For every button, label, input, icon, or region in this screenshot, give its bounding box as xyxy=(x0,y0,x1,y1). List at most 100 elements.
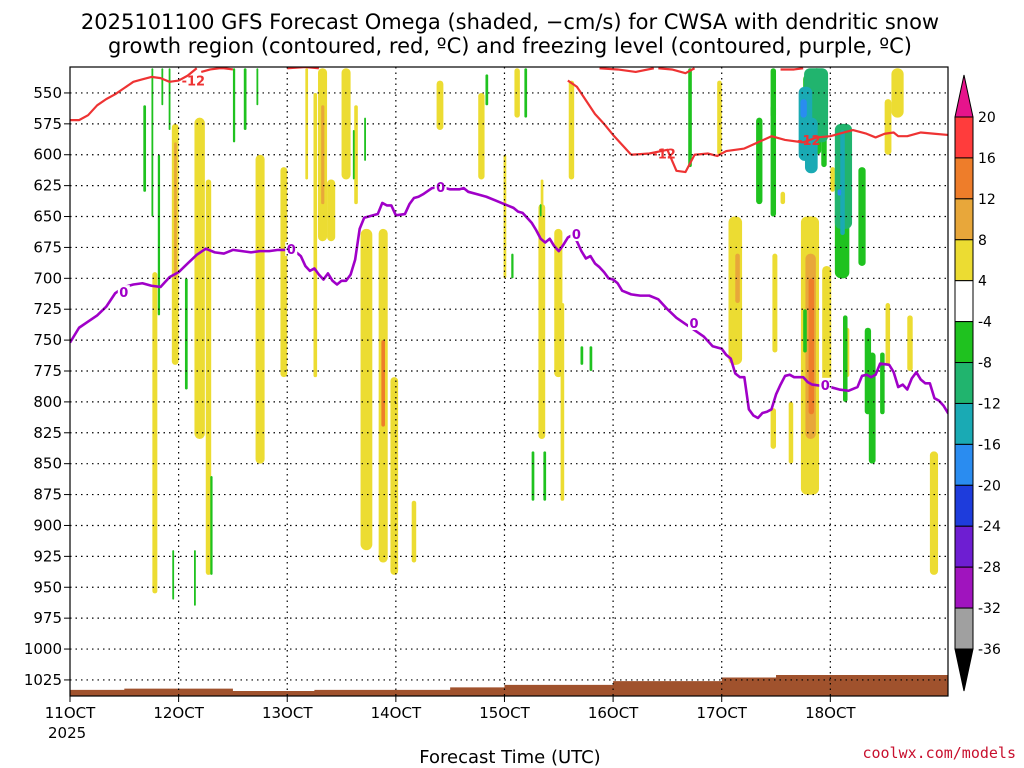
omega-region-19 xyxy=(436,80,444,131)
y-tick-label-800: 800 xyxy=(33,393,62,411)
omega-region-60 xyxy=(485,74,489,106)
colorbar-band-10 xyxy=(954,525,974,568)
source-credit: coolwx.com/models xyxy=(862,744,1016,762)
omega-region-22 xyxy=(514,68,520,118)
omega-region-58 xyxy=(352,130,355,180)
y-tick-label-550: 550 xyxy=(33,84,62,102)
colorbar-band-8 xyxy=(954,443,974,486)
omega-region-67 xyxy=(589,346,593,371)
colorbar-top-arrow xyxy=(954,74,974,118)
colorbar-label-10: -24 xyxy=(978,519,1001,535)
omega-region-18 xyxy=(411,500,417,563)
y-tick-label-775: 775 xyxy=(33,362,62,380)
omega-region-42 xyxy=(885,303,891,365)
colorbar-band-6 xyxy=(954,362,974,404)
colorbar-band-9 xyxy=(954,484,974,527)
colorbar-label-8: -16 xyxy=(978,437,1001,453)
y-tick-label-675: 675 xyxy=(33,238,62,256)
omega-region-2 xyxy=(174,142,177,279)
colorbar-band-0 xyxy=(954,116,974,159)
omega-region-31 xyxy=(772,253,778,353)
y-tick-label-1025: 1025 xyxy=(24,671,62,689)
colorbar-label-11: -28 xyxy=(978,560,1001,576)
y-tick-label-700: 700 xyxy=(33,269,62,287)
omega-region-57 xyxy=(256,68,259,106)
omega-region-52 xyxy=(184,278,188,390)
omega-region-32 xyxy=(770,408,777,449)
colorbar: 20 16 12 8 4 -4 -8 -12 -16 -20 -24 -28 -32 -36 xyxy=(954,74,1001,692)
omega-region-53 xyxy=(194,550,196,606)
omega-region-56 xyxy=(243,68,247,131)
omega-region-65 xyxy=(543,451,547,501)
omega-region-38 xyxy=(830,167,835,192)
y-tick-label-1000: 1000 xyxy=(24,640,62,658)
omega-region-61 xyxy=(511,253,514,279)
freezing-contour-label-2: 0 xyxy=(436,181,445,196)
x-tick-label-17OCT: 17OCT xyxy=(696,704,747,722)
omega-region-16 xyxy=(381,340,385,427)
omega-region-11 xyxy=(327,179,336,242)
freezing-contour-label-5: 0 xyxy=(821,379,830,394)
colorbar-label-12: -32 xyxy=(978,601,1001,617)
omega-region-71 xyxy=(770,105,777,217)
colorbar-band-3 xyxy=(954,239,974,282)
omega-region-8 xyxy=(313,92,318,378)
omega-region-79 xyxy=(880,352,885,415)
colorbar-bottom-arrow xyxy=(954,648,974,692)
y-tick-label-650: 650 xyxy=(33,208,62,226)
colorbar-band-7 xyxy=(954,402,974,445)
y-tick-label-900: 900 xyxy=(33,516,62,534)
y-tick-label-575: 575 xyxy=(33,115,62,133)
omega-region-6 xyxy=(280,167,288,378)
colorbar-label-1: 16 xyxy=(978,151,996,167)
y-axis-ticks: 550 575 600 625 650 675 700 725 750 775 800 825 850 8… xyxy=(24,84,70,689)
omega-region-66 xyxy=(580,346,584,365)
colorbar-band-5 xyxy=(954,321,974,364)
colorbar-label-5: -4 xyxy=(978,315,992,331)
omega-region-55 xyxy=(232,68,236,143)
omega-region-43 xyxy=(907,315,913,371)
plot-area: -12-12-12000000 xyxy=(70,67,948,696)
omega-region-63 xyxy=(531,451,535,501)
omega-region-28 xyxy=(717,80,722,155)
omega-region-26 xyxy=(560,303,565,501)
x-axis-ticks: 11OCT 12OCT 13OCT 14OCT 15OCT 16OCT 17OCT 18OCT xyxy=(45,696,856,722)
omega-region-80 xyxy=(868,352,876,464)
colorbar-band-1 xyxy=(954,157,974,200)
chart-title: 2025101100 GFS Forecast Omega (shaded, −… xyxy=(81,10,939,34)
omega-region-36 xyxy=(808,278,815,415)
colorbar-label-4: 4 xyxy=(978,274,987,290)
colorbar-band-2 xyxy=(954,198,974,241)
y-tick-label-975: 975 xyxy=(33,609,62,627)
colorbar-label-7: -12 xyxy=(978,396,1001,412)
omega-region-48 xyxy=(157,154,161,316)
x-tick-label-15OCT: 15OCT xyxy=(479,704,530,722)
chart-subtitle: growth region (contoured, red, ºC) and f… xyxy=(108,34,912,58)
x-axis-year: 2025 xyxy=(48,724,86,742)
omega-region-51 xyxy=(172,550,175,600)
omega-region-45 xyxy=(780,191,786,205)
omega-region-86 xyxy=(840,130,845,236)
omega-region-68 xyxy=(688,68,692,168)
x-tick-label-11OCT: 11OCT xyxy=(45,704,96,722)
y-tick-label-600: 600 xyxy=(33,146,62,164)
omega-region-50 xyxy=(168,68,171,131)
freezing-contour-label-0: 0 xyxy=(119,286,128,301)
y-tick-label-875: 875 xyxy=(33,486,62,504)
omega-region-49 xyxy=(161,68,164,106)
omega-region-54 xyxy=(210,476,213,575)
x-tick-label-14OCT: 14OCT xyxy=(371,704,422,722)
colorbar-label-6: -8 xyxy=(978,356,992,372)
colorbar-band-12 xyxy=(954,607,974,650)
colorbar-label-13: -36 xyxy=(978,642,1001,658)
freezing-contour-label-1: 0 xyxy=(287,243,296,258)
y-tick-label-925: 925 xyxy=(33,547,62,565)
omega-region-46 xyxy=(143,105,147,192)
colorbar-band-4 xyxy=(954,280,974,323)
colorbar-label-0: 20 xyxy=(978,110,996,126)
omega-region-69 xyxy=(756,117,763,205)
omega-region-47 xyxy=(151,68,154,217)
colorbar-label-2: 12 xyxy=(978,192,996,208)
y-tick-label-950: 950 xyxy=(33,578,62,596)
dgz-contour-label-2: -12 xyxy=(797,134,821,149)
